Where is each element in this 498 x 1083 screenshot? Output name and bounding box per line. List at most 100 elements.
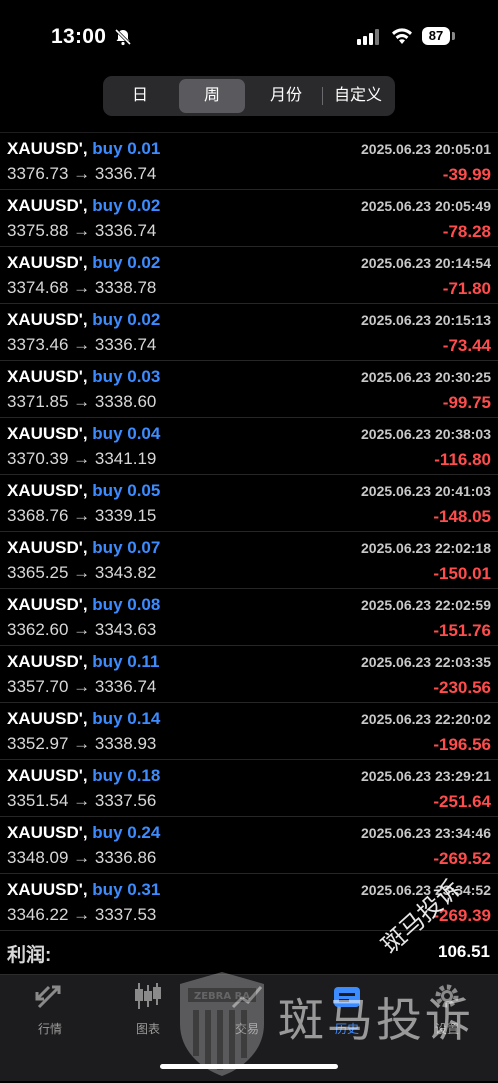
- trade-side: buy 0.02: [92, 310, 161, 329]
- battery-icon: [452, 32, 455, 40]
- trade-prices: 3376.73 → 3336.74: [7, 164, 157, 183]
- trade-symbol: XAUUSD',: [7, 424, 88, 443]
- segment-divider: [322, 87, 323, 105]
- trade-side: buy 0.31: [92, 880, 161, 899]
- trade-symbol: XAUUSD',: [7, 709, 88, 728]
- cellular-signal-icon: [357, 29, 381, 50]
- trade-side: buy 0.07: [92, 538, 161, 557]
- trade-prices: 3352.97 → 3338.93: [7, 734, 157, 753]
- trade-symbol: XAUUSD',: [7, 139, 88, 158]
- trade-row[interactable]: XAUUSD', buy 0.02 3375.88 → 3336.74 2025…: [0, 190, 498, 247]
- trade-symbol: XAUUSD',: [7, 196, 88, 215]
- tab-custom[interactable]: 自定义: [325, 79, 391, 113]
- trade-side: buy 0.03: [92, 367, 161, 386]
- trade-side: buy 0.08: [92, 595, 161, 614]
- trade-row[interactable]: XAUUSD', buy 0.05 3368.76 → 3339.15 2025…: [0, 475, 498, 532]
- trade-side: buy 0.02: [92, 196, 161, 215]
- trade-prices: 3365.25 → 3343.82: [7, 563, 157, 582]
- watermark-badge-text: ZEBRA RA: [194, 991, 250, 1002]
- trade-side: buy 0.18: [92, 766, 161, 785]
- home-indicator: [160, 1064, 338, 1069]
- trade-time: 2025.06.23 20:05:49: [361, 198, 491, 214]
- trade-prices: 3373.46 → 3336.74: [7, 335, 157, 354]
- trade-side: buy 0.24: [92, 823, 161, 842]
- trade-profit: -196.56: [433, 735, 491, 754]
- trade-time: 2025.06.23 20:05:01: [361, 141, 491, 157]
- quotes-arrows-icon: [35, 985, 61, 1009]
- tab-day[interactable]: 日: [107, 79, 173, 113]
- trade-profit: -148.05: [433, 507, 491, 526]
- profit-label: 利润:: [7, 945, 52, 966]
- trade-side: buy 0.01: [92, 139, 161, 158]
- trade-profit: -151.76: [433, 621, 491, 640]
- trade-symbol: XAUUSD',: [7, 538, 88, 557]
- trade-time: 2025.06.23 20:15:13: [361, 312, 491, 328]
- trade-profit: -73.44: [442, 336, 491, 355]
- trade-row[interactable]: XAUUSD', buy 0.18 3351.54 → 3337.56 2025…: [0, 760, 498, 817]
- tab-week[interactable]: 周: [179, 79, 245, 113]
- trade-profit: -39.99: [442, 165, 491, 184]
- trade-prices: 3346.22 → 3337.53: [7, 905, 157, 924]
- trade-side: buy 0.14: [92, 709, 161, 728]
- trade-row[interactable]: XAUUSD', buy 0.01 3376.73 → 3336.74 2025…: [0, 133, 498, 190]
- trade-profit: -150.01: [433, 564, 491, 583]
- trade-symbol: XAUUSD',: [7, 253, 88, 272]
- trade-prices: 3362.60 → 3343.63: [7, 620, 157, 639]
- candlestick-icon: [135, 983, 161, 1009]
- tab-quotes-label: 行情: [37, 1022, 62, 1036]
- profit-value: 106.51: [438, 942, 490, 961]
- trade-side: buy 0.02: [92, 253, 161, 272]
- trade-profit: -78.28: [442, 222, 491, 241]
- trade-time: 2025.06.23 20:30:25: [361, 369, 491, 385]
- trade-row[interactable]: XAUUSD', buy 0.04 3370.39 → 3341.19 2025…: [0, 418, 498, 475]
- trade-symbol: XAUUSD',: [7, 367, 88, 386]
- trade-row[interactable]: XAUUSD', buy 0.02 3373.46 → 3336.74 2025…: [0, 304, 498, 361]
- trade-row[interactable]: XAUUSD', buy 0.08 3362.60 → 3343.63 2025…: [0, 589, 498, 646]
- trade-prices: 3370.39 → 3341.19: [7, 449, 157, 468]
- trade-time: 2025.06.23 20:41:03: [361, 483, 491, 499]
- trade-side: buy 0.11: [92, 652, 160, 671]
- trade-row[interactable]: XAUUSD', buy 0.24 3348.09 → 3336.86 2025…: [0, 817, 498, 874]
- trade-history-list: XAUUSD', buy 0.01 3376.73 → 3336.74 2025…: [0, 132, 498, 931]
- trade-row[interactable]: XAUUSD', buy 0.07 3365.25 → 3343.82 2025…: [0, 532, 498, 589]
- trade-row[interactable]: XAUUSD', buy 0.14 3352.97 → 3338.93 2025…: [0, 703, 498, 760]
- trade-time: 2025.06.23 23:34:46: [361, 825, 491, 841]
- status-bar: 13:00 87: [0, 0, 498, 74]
- trade-profit: -71.80: [442, 279, 491, 298]
- wifi-icon: [391, 27, 413, 50]
- bell-muted-icon: [114, 28, 132, 51]
- trade-symbol: XAUUSD',: [7, 823, 88, 842]
- trade-side: buy 0.05: [92, 481, 161, 500]
- tab-quotes[interactable]: 行情: [15, 981, 85, 1037]
- trade-row[interactable]: XAUUSD', buy 0.11 3357.70 → 3336.74 2025…: [0, 646, 498, 703]
- zebra-watermark-text: 斑马投诉: [278, 994, 474, 1046]
- status-time: 13:00: [51, 25, 107, 48]
- trade-profit: -269.52: [433, 849, 491, 868]
- tab-month[interactable]: 月份: [251, 79, 321, 113]
- trade-profit: -251.64: [433, 792, 491, 811]
- trade-symbol: XAUUSD',: [7, 595, 88, 614]
- trade-symbol: XAUUSD',: [7, 310, 88, 329]
- trade-profit: -116.80: [434, 450, 491, 469]
- trade-side: buy 0.04: [92, 424, 161, 443]
- trade-prices: 3348.09 → 3336.86: [7, 848, 157, 867]
- trade-row[interactable]: XAUUSD', buy 0.02 3374.68 → 3338.78 2025…: [0, 247, 498, 304]
- trade-time: 2025.06.23 22:20:02: [361, 711, 491, 727]
- trade-prices: 3357.70 → 3336.74: [7, 677, 157, 696]
- trade-time: 2025.06.23 22:02:59: [361, 597, 491, 613]
- trade-prices: 3374.68 → 3338.78: [7, 278, 157, 297]
- trade-symbol: XAUUSD',: [7, 880, 88, 899]
- trade-symbol: XAUUSD',: [7, 766, 88, 785]
- trade-prices: 3368.76 → 3339.15: [7, 506, 157, 525]
- tab-chart[interactable]: 图表: [113, 981, 183, 1037]
- trade-row[interactable]: XAUUSD', buy 0.03 3371.85 → 3338.60 2025…: [0, 361, 498, 418]
- trade-time: 2025.06.23 23:29:21: [361, 768, 491, 784]
- tab-chart-label: 图表: [135, 1022, 160, 1036]
- trade-prices: 3375.88 → 3336.74: [7, 221, 157, 240]
- trade-symbol: XAUUSD',: [7, 652, 88, 671]
- trade-time: 2025.06.23 22:03:35: [361, 654, 491, 670]
- trade-time: 2025.06.23 20:14:54: [361, 255, 491, 271]
- trade-prices: 3351.54 → 3337.56: [7, 791, 157, 810]
- trade-prices: 3371.85 → 3338.60: [7, 392, 157, 411]
- trade-profit: -99.75: [442, 393, 491, 412]
